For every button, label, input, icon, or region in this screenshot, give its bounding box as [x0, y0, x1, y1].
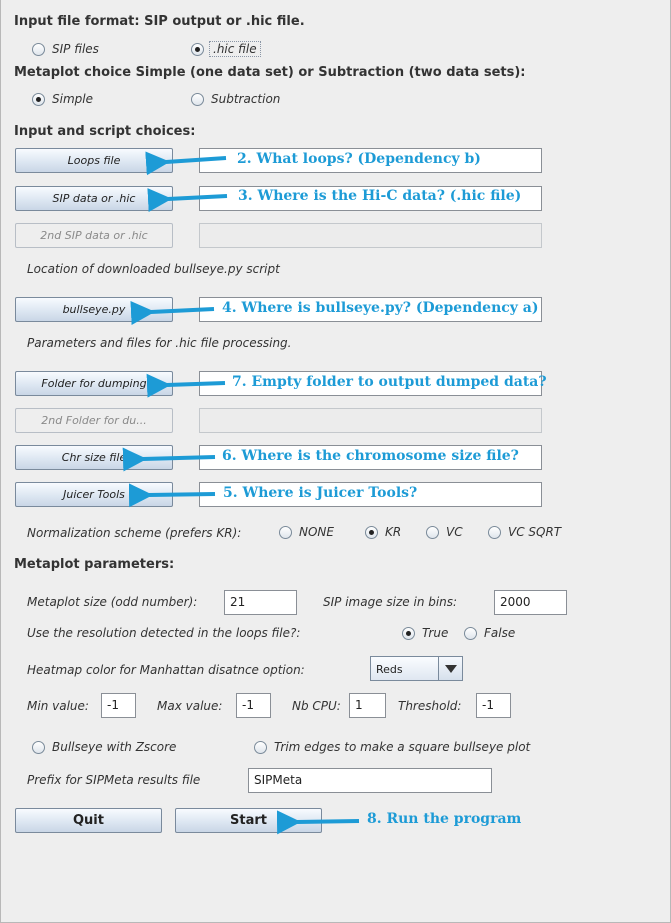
- annotation-loops: 2. What loops? (Dependency b): [237, 151, 481, 167]
- annotation-sip-data: 3. Where is the Hi-C data? (.hic file): [238, 188, 522, 204]
- annotation-juicer: 5. Where is Juicer Tools?: [223, 485, 418, 501]
- norm-radio-kr[interactable]: KR: [365, 525, 415, 541]
- heatmap-color-label: Heatmap color for Manhattan disatnce opt…: [27, 663, 305, 677]
- radio-selected-icon: [191, 43, 204, 56]
- norm-radio-none[interactable]: NONE: [279, 525, 349, 541]
- format-radio-sip[interactable]: SIP files: [32, 42, 142, 58]
- hic-params-label: Parameters and files for .hic file proce…: [27, 336, 292, 350]
- norm-radio-kr-label: KR: [385, 525, 402, 539]
- bullseye-button[interactable]: bullseye.py: [15, 297, 173, 322]
- metaplot-size-label: Metaplot size (odd number):: [27, 595, 198, 609]
- radio-selected-icon: [365, 526, 378, 539]
- dropdown-arrow-icon: [438, 657, 462, 680]
- mode-radio-simple-label: Simple: [52, 92, 93, 106]
- radio-icon: [464, 627, 477, 640]
- norm-radio-vc-sqrt[interactable]: VC SQRT: [488, 525, 578, 541]
- radio-icon: [254, 741, 267, 754]
- radio-icon: [32, 43, 45, 56]
- min-value-label: Min value:: [27, 699, 89, 713]
- radio-icon: [426, 526, 439, 539]
- radio-icon: [279, 526, 292, 539]
- input-format-heading: Input file format: SIP output or .hic fi…: [14, 14, 305, 29]
- loops-file-button[interactable]: Loops file: [15, 148, 173, 173]
- dump-folder2-button: 2nd Folder for du...: [15, 408, 173, 433]
- annotation-bullseye: 4. Where is bullseye.py? (Dependency a): [222, 300, 539, 316]
- mode-radio-simple[interactable]: Simple: [32, 92, 132, 108]
- format-radio-hic[interactable]: .hic file: [191, 41, 281, 58]
- sip-data2-button: 2nd SIP data or .hic: [15, 223, 173, 248]
- threshold-label: Threshold:: [398, 699, 462, 713]
- sip-data-button[interactable]: SIP data or .hic: [15, 186, 173, 211]
- max-value-input[interactable]: -1: [236, 693, 271, 718]
- bullseye-zscore-radio[interactable]: Bullseye with Zscore: [32, 740, 202, 756]
- threshold-input[interactable]: -1: [476, 693, 511, 718]
- nb-cpu-label: Nb CPU:: [292, 699, 341, 713]
- norm-radio-vc-sqrt-label: VC SQRT: [508, 525, 562, 539]
- sip-image-size-input[interactable]: 2000: [494, 590, 567, 615]
- radio-selected-icon: [402, 627, 415, 640]
- metaplot-choice-heading: Metaplot choice Simple (one data set) or…: [14, 65, 526, 80]
- heatmap-color-select[interactable]: Reds: [370, 656, 463, 681]
- norm-radio-vc[interactable]: VC: [426, 525, 476, 541]
- bullseye-location-label: Location of downloaded bullseye.py scrip…: [27, 262, 280, 276]
- radio-icon: [32, 741, 45, 754]
- chr-size-button[interactable]: Chr size file: [15, 445, 173, 470]
- annotation-start: 8. Run the program: [367, 811, 522, 827]
- radio-selected-icon: [32, 93, 45, 106]
- dump-folder2-field: [199, 408, 542, 433]
- nb-cpu-input[interactable]: 1: [349, 693, 386, 718]
- resolution-radio-false[interactable]: False: [464, 626, 524, 642]
- metaplot-size-input[interactable]: 21: [224, 590, 297, 615]
- normalization-label: Normalization scheme (prefers KR):: [27, 526, 242, 540]
- trim-edges-label: Trim edges to make a square bullseye plo…: [274, 740, 531, 754]
- mode-radio-subtraction[interactable]: Subtraction: [191, 92, 301, 108]
- sip-data2-field: [199, 223, 542, 248]
- resolution-radio-false-label: False: [484, 626, 516, 640]
- metaplot-params-heading: Metaplot parameters:: [14, 557, 175, 572]
- norm-radio-vc-label: VC: [446, 525, 463, 539]
- heatmap-color-value: Reds: [376, 663, 403, 676]
- dump-folder-button[interactable]: Folder for dumping: [15, 371, 173, 396]
- bullseye-zscore-label: Bullseye with Zscore: [52, 740, 177, 754]
- trim-edges-radio[interactable]: Trim edges to make a square bullseye plo…: [254, 740, 544, 756]
- resolution-radio-true-label: True: [422, 626, 449, 640]
- format-radio-hic-label: .hic file: [209, 41, 261, 57]
- radio-icon: [488, 526, 501, 539]
- input-script-heading: Input and script choices:: [14, 124, 196, 139]
- min-value-input[interactable]: -1: [101, 693, 136, 718]
- format-radio-sip-label: SIP files: [52, 42, 99, 56]
- radio-icon: [191, 93, 204, 106]
- resolution-radio-true[interactable]: True: [402, 626, 457, 642]
- juicer-tools-button[interactable]: Juicer Tools: [15, 482, 173, 507]
- prefix-input[interactable]: SIPMeta: [248, 768, 492, 793]
- quit-button[interactable]: Quit: [15, 808, 162, 833]
- norm-radio-none-label: NONE: [299, 525, 334, 539]
- use-resolution-label: Use the resolution detected in the loops…: [27, 626, 301, 640]
- annotation-dump-folder: 7. Empty folder to output dumped data?: [232, 374, 547, 390]
- max-value-label: Max value:: [157, 699, 223, 713]
- app-window: Input file format: SIP output or .hic fi…: [0, 0, 671, 923]
- annotation-chr-size: 6. Where is the chromosome size file?: [222, 448, 519, 464]
- start-button[interactable]: Start: [175, 808, 322, 833]
- mode-radio-subtraction-label: Subtraction: [211, 92, 281, 106]
- prefix-label: Prefix for SIPMeta results file: [27, 773, 201, 787]
- sip-image-size-label: SIP image size in bins:: [323, 595, 458, 609]
